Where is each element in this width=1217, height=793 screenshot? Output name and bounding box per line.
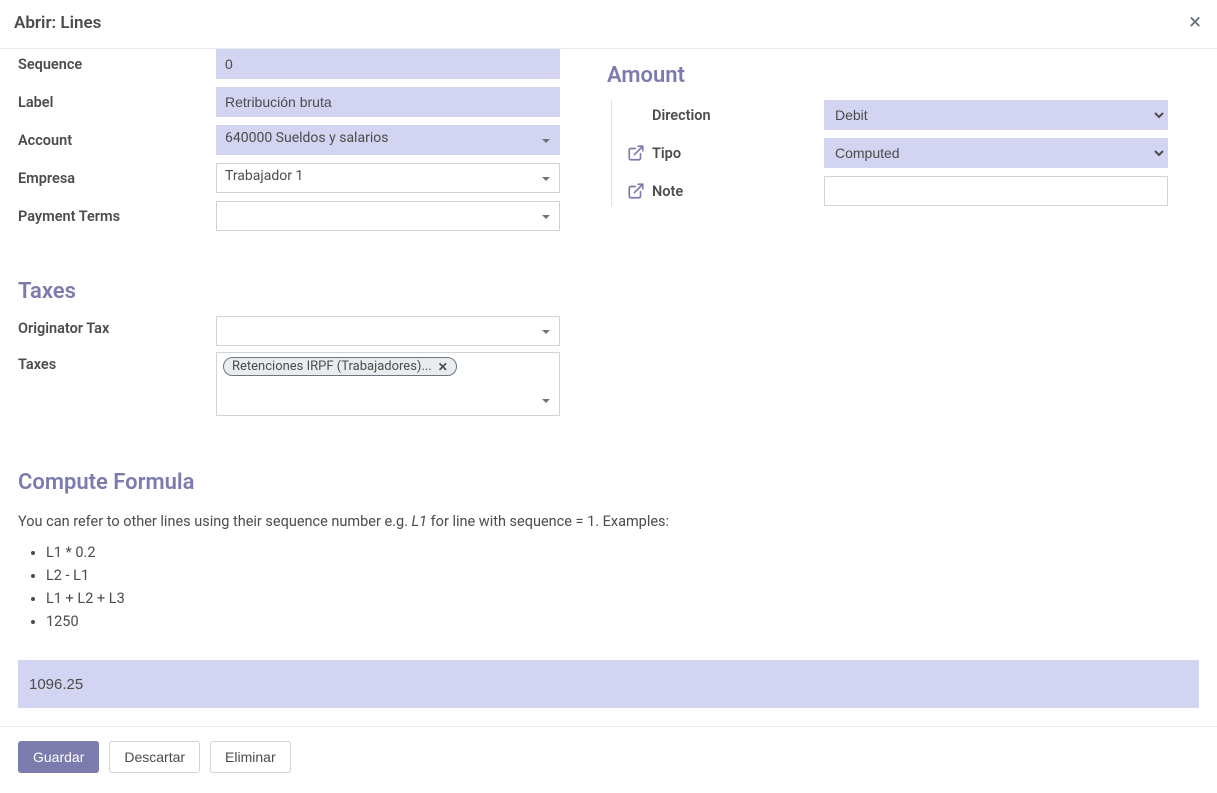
external-link-icon[interactable] [626, 143, 646, 163]
compute-desc-pre: You can refer to other lines using their… [18, 513, 412, 530]
formula-input[interactable] [18, 660, 1199, 708]
example-item: L2 - L1 [46, 567, 1199, 584]
compute-desc-post: for line with sequence = 1. Examples: [427, 513, 669, 530]
taxes-title: Taxes [18, 273, 1199, 310]
originator-tax-label: Originator Tax [18, 316, 216, 337]
remove-tag-icon[interactable]: ✕ [438, 360, 448, 374]
compute-desc-em: L1 [412, 513, 427, 530]
example-item: L1 * 0.2 [46, 544, 1199, 561]
compute-examples: L1 * 0.2 L2 - L1 L1 + L2 + L3 1250 [46, 544, 1199, 630]
discard-button[interactable]: Descartar [109, 741, 200, 773]
example-item: L1 + L2 + L3 [46, 590, 1199, 607]
note-input[interactable] [824, 176, 1168, 206]
account-select[interactable]: 640000 Sueldos y salarios [216, 125, 560, 155]
compute-formula-title: Compute Formula [18, 464, 1199, 501]
note-label: Note [652, 183, 824, 200]
empresa-label: Empresa [18, 170, 216, 187]
external-link-icon[interactable] [626, 181, 646, 201]
empresa-select[interactable]: Trabajador 1 [216, 163, 560, 193]
close-icon[interactable]: × [1189, 12, 1201, 34]
account-value: 640000 Sueldos y salarios [225, 130, 388, 146]
direction-label: Direction [652, 107, 824, 124]
payment-terms-label: Payment Terms [18, 208, 216, 225]
taxes-label: Taxes [18, 352, 216, 373]
tax-tag-label: Retenciones IRPF (Trabajadores)... [232, 359, 432, 374]
direction-select[interactable]: Debit [824, 100, 1168, 130]
label-input[interactable] [216, 87, 560, 117]
tipo-label: Tipo [652, 145, 824, 162]
modal-header: Abrir: Lines × [0, 0, 1217, 49]
modal-title: Abrir: Lines [14, 13, 101, 33]
example-item: 1250 [46, 613, 1199, 630]
compute-desc: You can refer to other lines using their… [18, 513, 1199, 530]
empresa-value: Trabajador 1 [225, 168, 303, 184]
taxes-multiselect[interactable]: Retenciones IRPF (Trabajadores)... ✕ [216, 352, 560, 416]
sequence-input[interactable] [216, 49, 560, 79]
delete-button[interactable]: Eliminar [210, 741, 291, 773]
tax-tag[interactable]: Retenciones IRPF (Trabajadores)... ✕ [223, 357, 457, 376]
account-label: Account [18, 132, 216, 149]
amount-title: Amount [607, 63, 1168, 94]
label-label: Label [18, 94, 216, 111]
modal-footer: Guardar Descartar Eliminar [0, 726, 1217, 793]
modal-body: Sequence Label Account 640000 Sueldos y … [0, 49, 1217, 709]
sequence-label: Sequence [18, 56, 216, 73]
payment-terms-select[interactable] [216, 201, 560, 231]
save-button[interactable]: Guardar [18, 741, 99, 773]
originator-tax-select[interactable] [216, 316, 560, 346]
tipo-select[interactable]: Computed [824, 138, 1168, 168]
